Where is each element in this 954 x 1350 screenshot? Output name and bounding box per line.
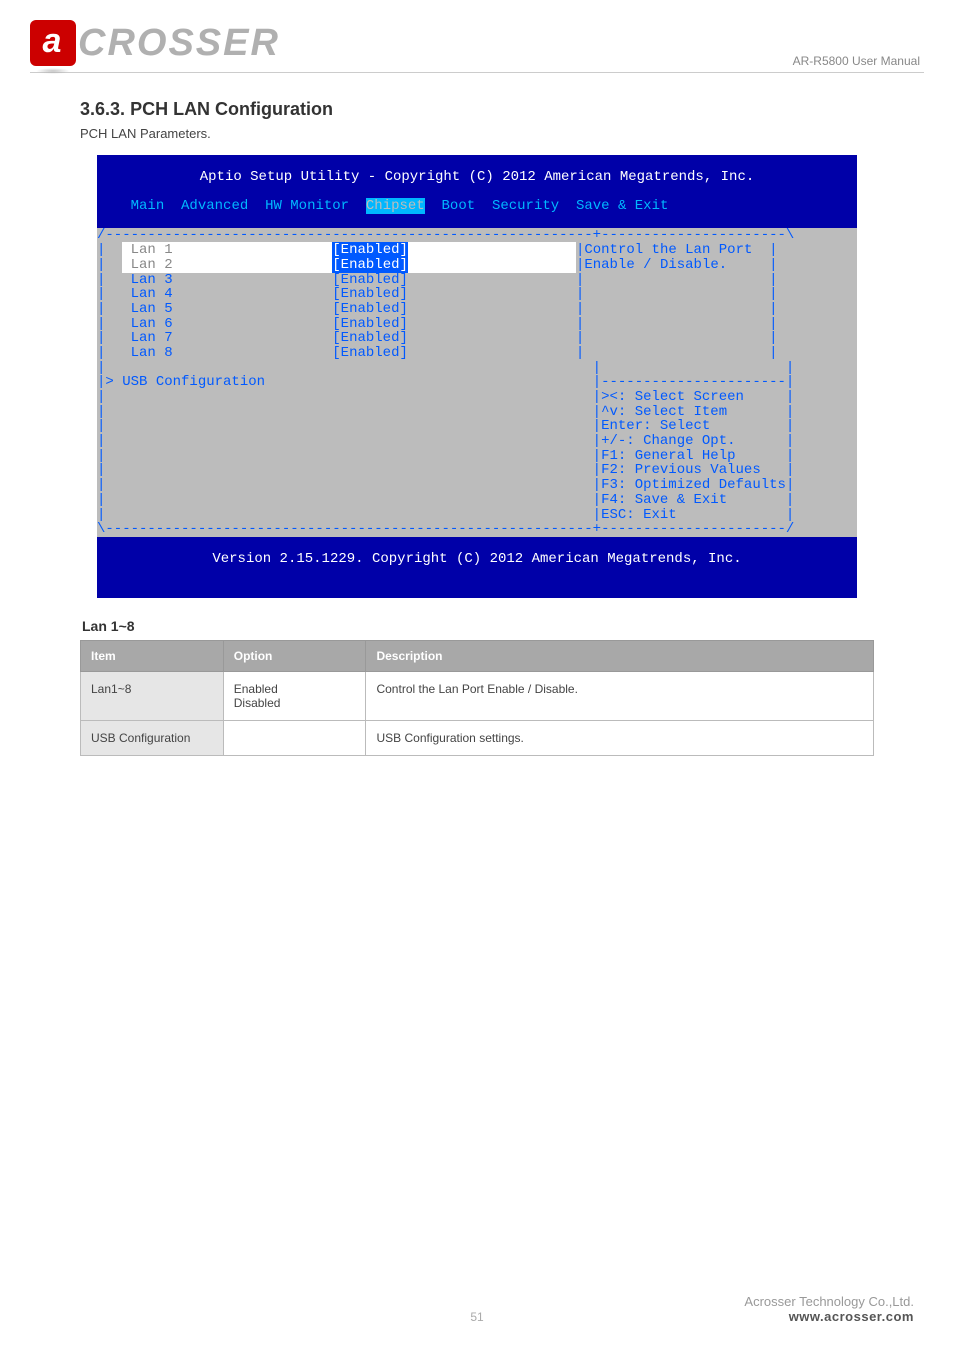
divider [30,72,924,73]
bios-item-lan8[interactable]: Lan 8 [131,345,173,361]
th-option: Option [223,640,366,671]
bios-utility-title: Aptio Setup Utility - Copyright (C) 2012… [97,170,857,185]
bios-tab-boot[interactable]: Boot [442,198,476,214]
bios-tab-security[interactable]: Security [492,198,559,214]
bios-tab-row: Main Advanced HW Monitor Chipset Boot Se… [97,199,857,214]
page-number: 51 [470,1310,483,1324]
bios-item-lan1[interactable]: Lan 1 [122,242,332,258]
section-number: 3.6.3. [80,99,125,119]
bios-tab-advanced[interactable]: Advanced [181,198,248,214]
table-header-row: Item Option Description [81,640,874,671]
spec-table: Item Option Description Lan1~8 Enabled D… [80,640,874,756]
bios-item-lan5[interactable]: Lan 5 [131,301,173,317]
bios-item-lan4[interactable]: Lan 4 [131,286,173,302]
th-description: Description [366,640,874,671]
bios-item-lan7[interactable]: Lan 7 [131,330,173,346]
th-item: Item [81,640,224,671]
cell-item: USB Configuration [81,720,224,755]
bios-item-lan6[interactable]: Lan 6 [131,316,173,332]
bios-tab-chipset[interactable]: Chipset [366,198,425,214]
footer-url: www.acrosser.com [744,1309,914,1324]
bios-item-lan3[interactable]: Lan 3 [131,272,173,288]
cell-option [223,720,366,755]
bios-screenshot: Aptio Setup Utility - Copyright (C) 2012… [97,155,857,598]
bios-tab-hwmonitor[interactable]: HW Monitor [265,198,349,214]
table-subhead: Lan 1~8 [82,618,874,634]
cell-item: Lan1~8 [81,671,224,720]
logo-text: CROSSER [78,22,280,65]
cell-desc: USB Configuration settings. [366,720,874,755]
bios-tab-saveexit[interactable]: Save & Exit [576,198,668,214]
bios-submenu-usb[interactable]: USB Configuration [122,374,265,390]
bios-item-lan2[interactable]: Lan 2 [122,257,332,273]
page-footer: Acrosser Technology Co.,Ltd. www.acrosse… [744,1294,914,1324]
table-row: USB Configuration USB Configuration sett… [81,720,874,755]
cell-option: Enabled Disabled [223,671,366,720]
bios-body: /---------------------------------------… [97,228,857,536]
bios-tab-main[interactable]: Main [131,198,165,214]
logo-mark-icon: a [30,20,76,66]
footer-company: Acrosser Technology Co.,Ltd. [744,1294,914,1309]
section-name: PCH LAN Configuration [130,99,333,119]
bios-version-footer: Version 2.15.1229. Copyright (C) 2012 Am… [97,552,857,567]
section-title: 3.6.3. PCH LAN Configuration [80,99,924,120]
table-row: Lan1~8 Enabled Disabled Control the Lan … [81,671,874,720]
section-subtitle: PCH LAN Parameters. [80,126,924,141]
cell-desc: Control the Lan Port Enable / Disable. [366,671,874,720]
